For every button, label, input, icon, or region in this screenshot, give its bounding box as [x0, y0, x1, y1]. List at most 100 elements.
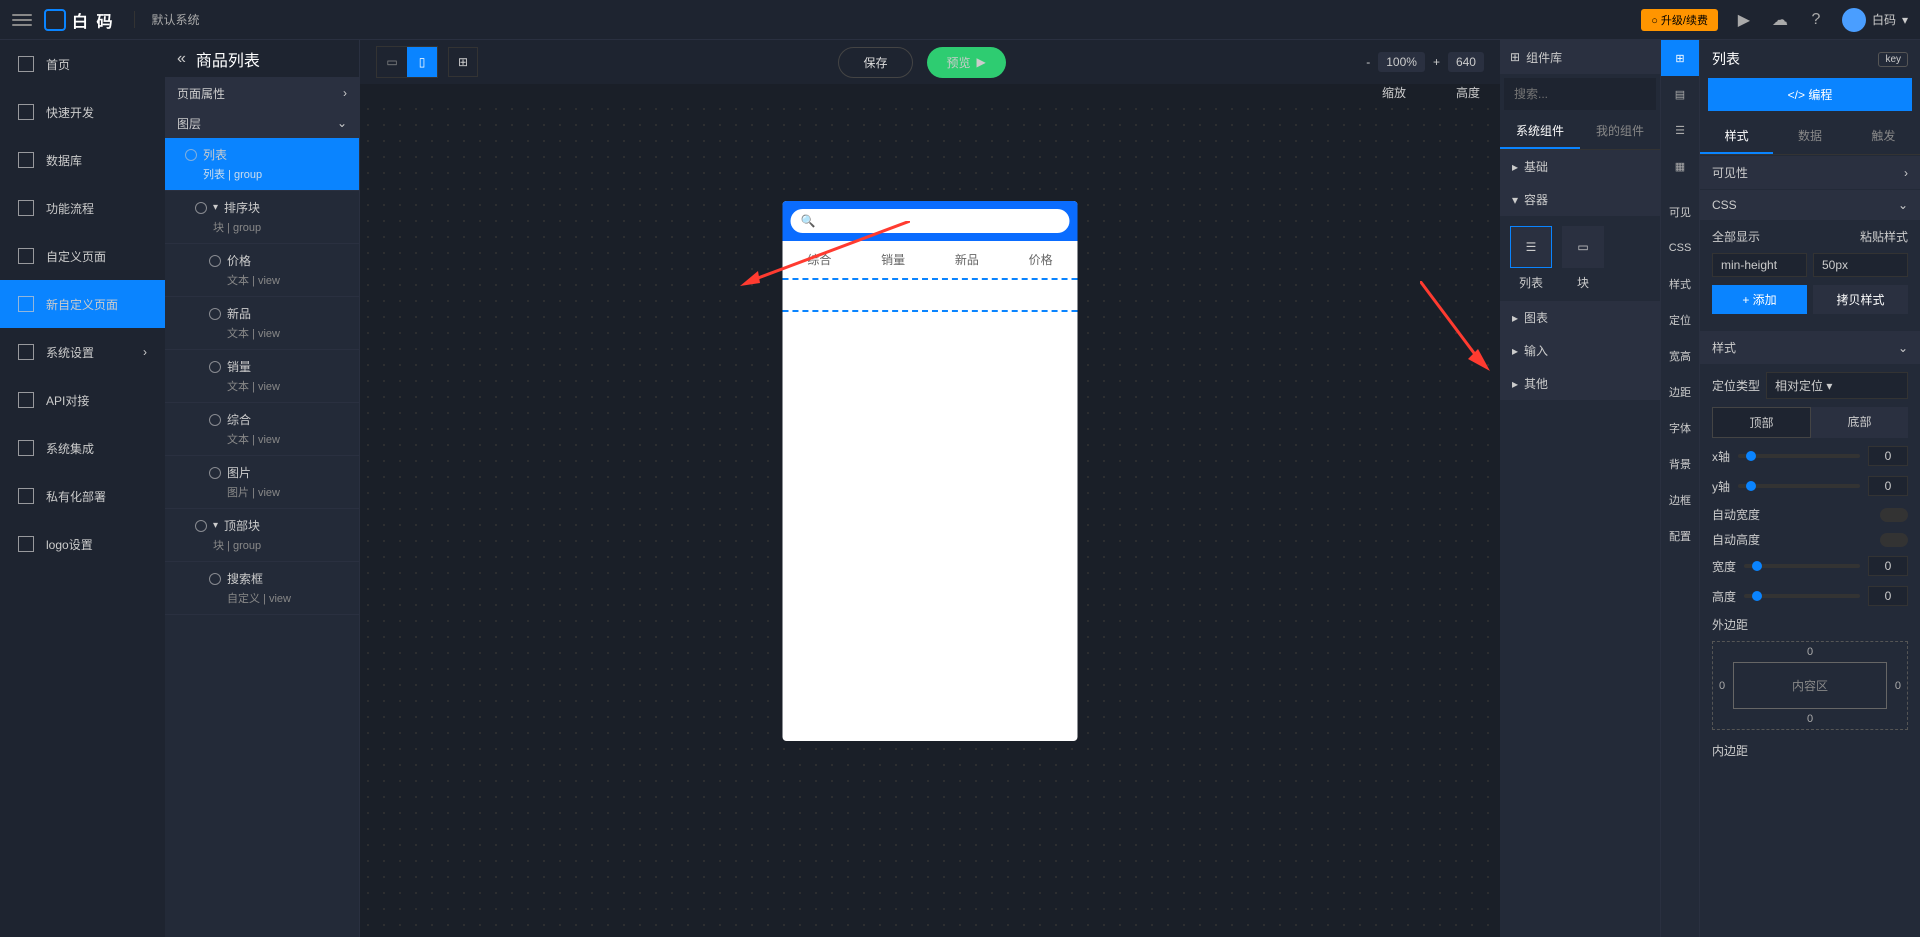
vnav-main[interactable]: ⊞	[1661, 40, 1699, 76]
tab-trigger[interactable]: 触发	[1847, 119, 1920, 154]
desktop-button[interactable]: ▭	[377, 47, 407, 77]
vnav-style[interactable]: 样式	[1661, 266, 1699, 302]
nav-integration[interactable]: 系统集成	[0, 424, 165, 472]
eye-icon[interactable]	[209, 255, 221, 267]
eye-icon[interactable]	[209, 467, 221, 479]
copy-style-button[interactable]: 拷贝样式	[1813, 285, 1908, 314]
back-icon[interactable]: «	[177, 50, 186, 68]
section-layers[interactable]: 图层⌄	[165, 108, 359, 138]
cloud-icon[interactable]: ☁	[1770, 10, 1790, 30]
cat-chart[interactable]: ▸图表	[1500, 301, 1660, 334]
layer-item[interactable]: ▾排序块块 | group	[165, 191, 359, 244]
cat-other[interactable]: ▸其他	[1500, 367, 1660, 400]
height-value[interactable]: 0	[1868, 586, 1908, 606]
code-button[interactable]: </> 编程	[1708, 78, 1912, 111]
layer-item[interactable]: ▾顶部块块 | group	[165, 509, 359, 562]
eye-icon[interactable]	[185, 149, 197, 161]
eye-icon[interactable]	[195, 520, 207, 532]
save-button[interactable]: 保存	[838, 47, 912, 78]
vnav-doc[interactable]: ▤	[1661, 76, 1699, 112]
width-value[interactable]: 0	[1868, 556, 1908, 576]
margin-left[interactable]: 0	[1719, 680, 1725, 692]
play-icon[interactable]: ▶	[1734, 10, 1754, 30]
nav-settings[interactable]: 系统设置›	[0, 328, 165, 376]
phone-tab[interactable]: 价格	[1029, 251, 1053, 268]
section-css[interactable]: CSS⌄	[1700, 190, 1920, 220]
vnav-visible[interactable]: 可见	[1661, 194, 1699, 230]
cat-basic[interactable]: ▸基础	[1500, 150, 1660, 183]
tab-top[interactable]: 顶部	[1712, 407, 1811, 438]
vnav-image[interactable]: ▦	[1661, 148, 1699, 184]
eye-icon[interactable]	[209, 361, 221, 373]
eye-icon[interactable]	[195, 202, 207, 214]
tab-system-components[interactable]: 系统组件	[1500, 114, 1580, 149]
tab-my-components[interactable]: 我的组件	[1580, 114, 1660, 149]
nav-home[interactable]: 首页	[0, 40, 165, 88]
comp-item-block[interactable]: ▭ 块	[1562, 226, 1604, 291]
width-value[interactable]: 640	[1448, 52, 1484, 72]
nav-newcustompage[interactable]: 新自定义页面	[0, 280, 165, 328]
auto-height-toggle[interactable]	[1880, 533, 1908, 547]
section-page-props[interactable]: 页面属性›	[165, 78, 359, 108]
preview-button[interactable]: 预览▶	[927, 47, 1006, 78]
margin-bottom[interactable]: 0	[1807, 713, 1813, 725]
eye-icon[interactable]	[209, 414, 221, 426]
phone-preview[interactable]: 🔍 综合 销量 新品 价格	[783, 201, 1078, 741]
css-key-input[interactable]	[1712, 253, 1807, 277]
zoom-in-button[interactable]: +	[1433, 55, 1440, 69]
add-button[interactable]: + 添加	[1712, 285, 1807, 314]
margin-editor[interactable]: 0 0 0 0 内容区	[1712, 641, 1908, 730]
tab-style[interactable]: 样式	[1700, 119, 1773, 154]
zoom-out-button[interactable]: -	[1366, 55, 1370, 69]
cat-container[interactable]: ▾容器	[1500, 183, 1660, 216]
layer-item[interactable]: 图片图片 | view	[165, 456, 359, 509]
comp-item-list[interactable]: ☰ 列表	[1510, 226, 1552, 291]
key-badge[interactable]: key	[1878, 52, 1908, 67]
height-slider[interactable]	[1744, 594, 1860, 598]
nav-database[interactable]: 数据库	[0, 136, 165, 184]
phone-tab[interactable]: 综合	[807, 251, 831, 268]
layer-item[interactable]: 列表列表 | group	[165, 138, 359, 191]
upgrade-button[interactable]: ○ 升级/续费	[1641, 9, 1718, 31]
nav-logo[interactable]: logo设置	[0, 520, 165, 568]
vnav-config[interactable]: 配置	[1661, 518, 1699, 554]
cat-input[interactable]: ▸输入	[1500, 334, 1660, 367]
vnav-font[interactable]: 字体	[1661, 410, 1699, 446]
width-slider[interactable]	[1744, 564, 1860, 568]
mobile-button[interactable]: ▯	[407, 47, 437, 77]
phone-tab[interactable]: 新品	[955, 251, 979, 268]
nav-custompage[interactable]: 自定义页面	[0, 232, 165, 280]
system-name[interactable]: 默认系统	[134, 11, 199, 28]
margin-top[interactable]: 0	[1807, 646, 1813, 658]
nav-deploy[interactable]: 私有化部署	[0, 472, 165, 520]
nav-quickdev[interactable]: 快速开发	[0, 88, 165, 136]
user-menu[interactable]: 白码 ▾	[1842, 8, 1908, 32]
vnav-css[interactable]: CSS	[1661, 230, 1699, 266]
x-value[interactable]: 0	[1868, 446, 1908, 466]
canvas[interactable]: 🔍 综合 销量 新品 价格	[360, 101, 1500, 937]
layer-item[interactable]: 销量文本 | view	[165, 350, 359, 403]
x-slider[interactable]	[1738, 454, 1860, 458]
paste-style-button[interactable]: 粘贴样式	[1860, 228, 1908, 245]
zoom-value[interactable]: 100%	[1378, 52, 1425, 72]
phone-search-input[interactable]: 🔍	[791, 209, 1070, 233]
search-input[interactable]	[1514, 87, 1669, 101]
eye-icon[interactable]	[209, 308, 221, 320]
logo[interactable]: 白 码	[44, 8, 114, 32]
vnav-layout[interactable]: ☰	[1661, 112, 1699, 148]
tab-bottom[interactable]: 底部	[1811, 407, 1908, 438]
auto-width-toggle[interactable]	[1880, 508, 1908, 522]
help-icon[interactable]: ?	[1806, 10, 1826, 30]
eye-icon[interactable]	[209, 573, 221, 585]
layer-item[interactable]: 新品文本 | view	[165, 297, 359, 350]
hamburger-icon[interactable]	[12, 10, 32, 30]
section-visibility[interactable]: 可见性›	[1700, 156, 1920, 189]
vnav-bg[interactable]: 背景	[1661, 446, 1699, 482]
y-value[interactable]: 0	[1868, 476, 1908, 496]
position-select[interactable]: 相对定位 ▾	[1766, 372, 1908, 399]
css-value-input[interactable]	[1813, 253, 1908, 277]
nav-api[interactable]: API对接	[0, 376, 165, 424]
vnav-position[interactable]: 定位	[1661, 302, 1699, 338]
layer-item[interactable]: 综合文本 | view	[165, 403, 359, 456]
grid-button[interactable]: ⊞	[448, 47, 478, 77]
